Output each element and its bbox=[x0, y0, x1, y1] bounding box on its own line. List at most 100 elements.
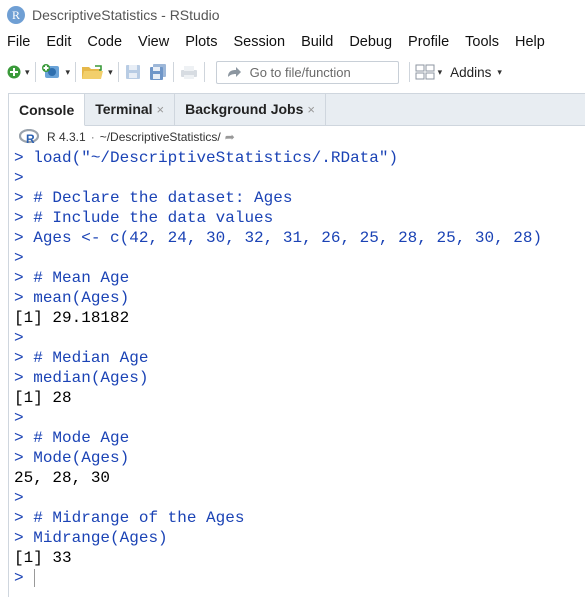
menu-file[interactable]: File bbox=[0, 34, 38, 50]
console-input-line: > # Midrange of the Ages bbox=[14, 508, 585, 528]
chevron-down-icon: ▾ bbox=[65, 66, 71, 77]
new-project-button[interactable]: ▾ bbox=[41, 59, 71, 85]
menu-help[interactable]: Help bbox=[507, 34, 553, 50]
save-all-icon bbox=[149, 64, 166, 80]
console-input-line: > bbox=[14, 408, 585, 428]
menu-view[interactable]: View bbox=[130, 34, 177, 50]
prompt-symbol: > bbox=[14, 509, 24, 527]
text-cursor[interactable] bbox=[34, 568, 36, 587]
prompt-symbol: > bbox=[14, 409, 24, 427]
working-directory[interactable]: ~/DescriptiveStatistics/ bbox=[100, 130, 221, 144]
command-text: load("~/DescriptiveStatistics/.RData") bbox=[33, 149, 399, 167]
new-file-button[interactable]: ▾ bbox=[6, 59, 30, 85]
prompt-symbol: > bbox=[14, 489, 24, 507]
path-separator: · bbox=[90, 130, 95, 144]
title-bar: R DescriptiveStatistics - RStudio bbox=[0, 0, 585, 30]
command-text: # Mean Age bbox=[33, 269, 130, 287]
prompt-symbol: > bbox=[14, 369, 24, 387]
prompt-symbol: > bbox=[14, 189, 24, 207]
tab-console[interactable]: Console bbox=[9, 94, 86, 126]
console-input-line: > bbox=[14, 488, 585, 508]
prompt-symbol: > bbox=[14, 249, 24, 267]
toolbar-divider bbox=[34, 62, 36, 82]
menu-bar: File Edit Code View Plots Session Build Debug Pr… bbox=[0, 30, 585, 54]
console-input-line: > load("~/DescriptiveStatistics/.RData") bbox=[14, 148, 585, 168]
toolbar: ▾ ▾ ▾ Go to file/function ▾ Addins ▾ bbox=[0, 56, 585, 88]
pane-tab-bar: Console Terminal × Background Jobs × bbox=[9, 93, 585, 126]
command-text: # Declare the dataset: Ages bbox=[33, 189, 293, 207]
console-input-line: > # Declare the dataset: Ages bbox=[14, 188, 585, 208]
console-input-line: > Midrange(Ages) bbox=[14, 528, 585, 548]
chevron-down-icon: ▾ bbox=[497, 66, 502, 77]
prompt-symbol: > bbox=[14, 149, 24, 167]
toolbar-divider bbox=[75, 62, 77, 82]
command-text: # Median Age bbox=[33, 349, 149, 367]
console-output[interactable]: > load("~/DescriptiveStatistics/.RData")… bbox=[14, 148, 585, 597]
command-text: mean(Ages) bbox=[33, 289, 130, 307]
console-input-line: > bbox=[14, 248, 585, 268]
output-text: [1] 28 bbox=[14, 389, 72, 407]
toolbar-divider bbox=[172, 62, 174, 82]
r-version: R 4.3.1 bbox=[47, 130, 86, 144]
console-input-line: > bbox=[14, 168, 585, 188]
prompt-symbol: > bbox=[14, 449, 24, 467]
console-output-line: 25, 28, 30 bbox=[14, 468, 585, 488]
output-text: [1] 33 bbox=[14, 549, 72, 567]
console-input-line: > # Include the data values bbox=[14, 208, 585, 228]
rstudio-logo-icon: R bbox=[7, 6, 25, 24]
command-text: median(Ages) bbox=[33, 369, 149, 387]
menu-session[interactable]: Session bbox=[225, 34, 293, 50]
open-file-button[interactable]: ▾ bbox=[81, 59, 113, 85]
save-all-button[interactable] bbox=[148, 59, 168, 85]
console-input-line: > bbox=[14, 568, 585, 588]
prompt-symbol: > bbox=[14, 429, 24, 447]
prompt-symbol: > bbox=[14, 229, 24, 247]
chevron-down-icon: ▾ bbox=[25, 66, 30, 77]
console-output-line: [1] 33 bbox=[14, 548, 585, 568]
menu-plots[interactable]: Plots bbox=[177, 34, 225, 50]
close-icon[interactable]: × bbox=[307, 102, 315, 117]
menu-build[interactable]: Build bbox=[293, 34, 341, 50]
prompt-symbol: > bbox=[14, 329, 24, 347]
menu-edit[interactable]: Edit bbox=[38, 34, 79, 50]
console-input-line: > bbox=[14, 328, 585, 348]
prompt-symbol: > bbox=[14, 349, 24, 367]
print-icon bbox=[180, 66, 197, 79]
console-input-line: > mean(Ages) bbox=[14, 288, 585, 308]
command-text: # Include the data values bbox=[33, 209, 274, 227]
print-button[interactable] bbox=[179, 59, 199, 85]
console-input-line: > # Median Age bbox=[14, 348, 585, 368]
console-input-line: > # Mean Age bbox=[14, 268, 585, 288]
save-icon bbox=[125, 65, 140, 79]
addins-button[interactable]: Addins ▾ bbox=[442, 59, 502, 85]
console-output-line: [1] 29.18182 bbox=[14, 308, 585, 328]
tab-background-jobs[interactable]: Background Jobs × bbox=[175, 93, 326, 125]
command-text: Ages <- c(42, 24, 30, 32, 31, 26, 25, 28… bbox=[33, 229, 543, 247]
prompt-symbol: > bbox=[14, 569, 24, 587]
addins-label: Addins bbox=[450, 64, 492, 80]
prompt-symbol: > bbox=[14, 289, 24, 307]
menu-code[interactable]: Code bbox=[79, 34, 130, 50]
menu-debug[interactable]: Debug bbox=[341, 34, 400, 50]
prompt-symbol: > bbox=[14, 529, 24, 547]
toolbar-divider bbox=[117, 62, 119, 82]
console-output-line: [1] 28 bbox=[14, 388, 585, 408]
tab-label: Terminal bbox=[95, 101, 153, 117]
console-input-line: > Ages <- c(42, 24, 30, 32, 31, 26, 25, … bbox=[14, 228, 585, 248]
command-text: Midrange(Ages) bbox=[33, 529, 168, 547]
menu-profile[interactable]: Profile bbox=[400, 34, 457, 50]
r-logo-icon: R bbox=[18, 128, 41, 146]
toolbar-divider bbox=[203, 62, 205, 82]
go-to-file-input[interactable]: Go to file/function bbox=[215, 60, 399, 84]
menu-tools[interactable]: Tools bbox=[457, 34, 507, 50]
save-button[interactable] bbox=[124, 59, 142, 85]
open-folder-icon bbox=[82, 65, 104, 79]
command-text: # Midrange of the Ages bbox=[33, 509, 245, 527]
chevron-down-icon: ▾ bbox=[108, 66, 113, 77]
go-to-directory-icon[interactable]: ➦ bbox=[225, 130, 235, 144]
arrow-right-icon bbox=[223, 65, 245, 79]
tab-terminal[interactable]: Terminal × bbox=[85, 93, 176, 125]
console-input-line: > median(Ages) bbox=[14, 368, 585, 388]
close-icon[interactable]: × bbox=[157, 102, 165, 117]
workspace-panes-button[interactable]: ▾ bbox=[415, 59, 442, 85]
